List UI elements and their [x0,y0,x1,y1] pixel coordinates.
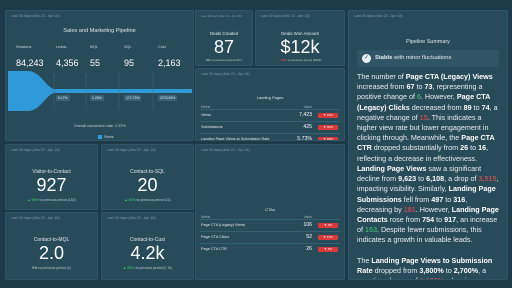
funnel-conversion-badge: 5.17% [56,95,70,101]
pipeline-funnel-card: Last 30 days (Mar 22 - Apr 18) Sales and… [5,10,194,141]
row-label: Views [201,113,212,117]
deals-won-card: Last 30 days (Mar 22 - Apr 18) Deals Won… [255,10,345,66]
card-title: Sales and Marketing Pipeline [63,28,136,34]
pipeline-summary-card: Last 30 days (Mar 22 - Apr 18) Pipeline … [348,10,508,280]
funnel-stage-value: 95 [124,58,135,68]
contact-to-cust-card: Last 30 days (Mar 22 - Apr 18) Contact-t… [101,212,194,280]
funnel-stage-value: 84,243 [16,58,44,68]
funnel-stage-label: MQL [90,45,99,49]
card-title: Pipeline Summary [406,39,450,45]
funnel-stage-value: 2,163 [158,58,181,68]
kpi-value: 2.0 [38,243,65,263]
row-value: 7,423 [299,112,312,118]
kpi-delta: 0% vs previous period (2) [32,266,71,270]
row-value: 52 [306,234,312,240]
kpi-delta: ▲ 55% vs previous period (2.7k) [122,266,173,270]
conversion-rate: Overall conversion rate: 2.57% [74,124,126,128]
funnel-conversion-badge: 1.26% [90,95,104,101]
change-badge: ▼ 29% [318,137,338,140]
funnel-stage-label: Leads [56,45,67,49]
funnel-stage-label: Sessions [16,45,32,49]
kpi-delta: 0% vs previous period (87) [206,58,242,62]
funnel-stage-value: 55 [90,58,101,68]
row-label: Page CTA CTR [201,247,227,251]
funnel-shape [8,71,192,111]
row-label: Page CTA (Legacy) Views [201,223,245,227]
change-badge: ▼ 6% [318,247,338,252]
row-label: Page CTA Clicks [201,235,230,239]
card-title: CTAs [265,207,275,212]
row-value: 26 [306,246,312,252]
kpi-delta: ↓ 55% vs previous period ($30k) [278,58,322,62]
row-value: 425 [303,124,312,130]
date-range: Last 30 days (Mar 22 - Apr 18) [261,14,310,18]
date-range: Last 30 days (Mar 22 - Apr 18) [11,148,60,152]
table-row[interactable]: Landing Page Views to Submission Rate 5.7… [196,134,344,141]
row-label: Submissions [201,125,223,129]
date-range: Last 30 days (Mar 22 - Apr 18) [11,14,60,18]
change-badge: ▼ 13% [318,235,338,240]
contact-to-mql-card: Last 30 days (Mar 22 - Apr 18) Contact-t… [5,212,98,280]
row-value: 106 [303,222,312,228]
date-range: Last 30 days (Mar 22 - Apr 18) [201,72,250,76]
funnel-stage-value: 4,356 [56,58,79,68]
change-badge: ▼ 36% [318,125,338,130]
kpi-delta: ▲ 82% vs previous period (11) [124,198,171,202]
status-text: Stable with minor fluctuations [375,55,452,61]
landing-pages-card: Last 30 days (Mar 22 - Apr 18) Landing P… [195,68,345,141]
date-range: Last 30 days (Mar 22 - Apr 18) [107,148,156,152]
visitor-to-contact-card: Last 30 days (Mar 22 - Apr 18) Visitor-t… [5,144,98,210]
legend-swatch [98,135,102,140]
status-badge: ✓ Stable with minor fluctuations [357,50,499,67]
check-icon: ✓ [362,54,371,63]
ctas-card: Last 30 days (Mar 22 - Apr 18) CTAs Metr… [195,144,345,280]
date-range: Last 30 days (Mar 22 - Apr 18) [201,148,250,152]
row-label: Landing Page Views to Submission Rate [201,137,270,141]
legend-label: Series [104,135,114,139]
card-title: Landing Pages [256,95,284,100]
summary-paragraph: The number of Page CTA (Legacy) Views in… [357,72,498,163]
table-row[interactable]: Page CTA CTR 26 ▼ 6% [196,244,344,256]
date-range: Last 30 days (Mar 22 - Apr 18) [107,216,156,220]
kpi-value: 20 [137,175,158,195]
kpi-value: 87 [213,37,235,57]
kpi-value: $12k [280,37,320,57]
date-range: Last 30 days (Mar 22 - Apr 18) [354,14,403,18]
funnel-stage-label: Cust [158,45,166,49]
card-title: Deals Won Amount [281,31,319,36]
date-range: Last 30 days (Mar 22 - Apr 18) [201,14,242,18]
row-value: 5.73% [297,136,312,141]
kpi-delta: ▲ 90% vs previous period (152) [27,198,76,202]
card-title: Deals Created [209,31,239,36]
funnel-conversion-badge: 172.73% [124,95,142,101]
change-badge: ▼ 23% [318,113,338,118]
change-badge: ▼ 9% [318,223,338,228]
summary-paragraph: Landing Page Views saw a significant dec… [357,164,499,245]
funnel-conversion-badge: 2276.84% [158,95,178,101]
summary-paragraph: The Landing Page Views to Submission Rat… [357,256,493,279]
date-range: Last 30 days (Mar 22 - Apr 18) [11,216,60,220]
contact-to-sql-card: Last 30 days (Mar 22 - Apr 18) Contact-t… [101,144,194,210]
kpi-value: 927 [36,175,67,195]
chart-legend[interactable]: Series [98,135,114,140]
funnel-stage-label: SQL [124,45,132,49]
deals-created-card: Last 30 days (Mar 22 - Apr 18) Deals Cre… [195,10,253,66]
kpi-value: 4.2k [130,243,165,263]
